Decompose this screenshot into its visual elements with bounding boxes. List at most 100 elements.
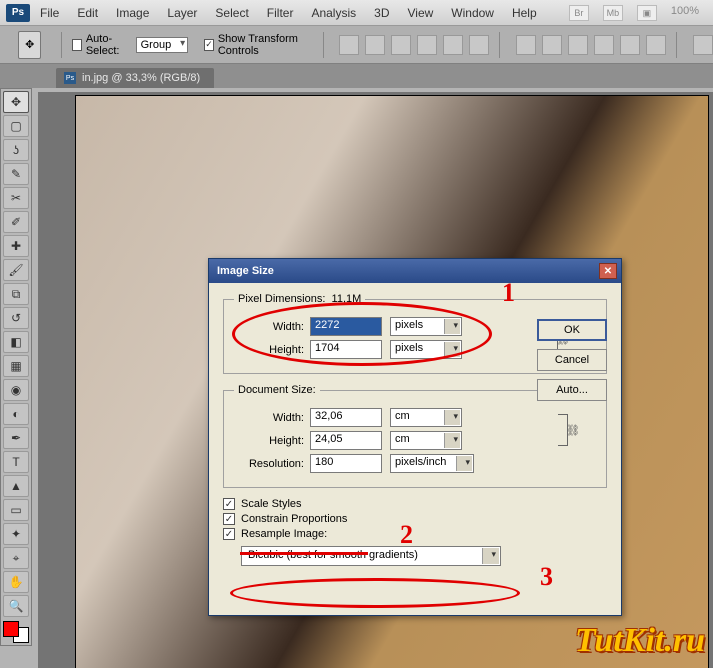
- options-bar: ✥ Auto-Select: Group ✓ Show Transform Co…: [0, 26, 713, 64]
- doc-type-icon: Ps: [64, 72, 76, 84]
- dist-4-icon[interactable]: [594, 35, 614, 55]
- zoom-level-display: 100%: [671, 5, 699, 21]
- type-tool[interactable]: T: [3, 451, 29, 473]
- launch-bridge-icon[interactable]: Br: [569, 5, 589, 21]
- close-icon[interactable]: ✕: [599, 263, 617, 279]
- constrain-proportions-label: Constrain Proportions: [241, 513, 347, 525]
- constrain-proportions-checkbox[interactable]: ✓: [223, 513, 235, 525]
- move-tool-preset-icon[interactable]: ✥: [18, 31, 41, 59]
- menu-help[interactable]: Help: [512, 6, 537, 20]
- scale-styles-label: Scale Styles: [241, 498, 302, 510]
- quick-select-tool[interactable]: ✎: [3, 163, 29, 185]
- move-tool[interactable]: ✥: [3, 91, 29, 113]
- 3d-tool[interactable]: ✦: [3, 523, 29, 545]
- hand-tool[interactable]: ✋: [3, 571, 29, 593]
- document-size-label: Document Size:: [234, 384, 320, 396]
- pixel-height-unit-dropdown[interactable]: pixels: [390, 340, 462, 359]
- marquee-tool[interactable]: ▢: [3, 115, 29, 137]
- align-distribute-buttons: [339, 35, 489, 55]
- ok-button[interactable]: OK: [537, 319, 607, 341]
- align-vcenter-icon[interactable]: [365, 35, 385, 55]
- dist-6-icon[interactable]: [646, 35, 666, 55]
- lasso-tool[interactable]: ʖ: [3, 139, 29, 161]
- doc-width-input[interactable]: 32,06: [310, 408, 382, 427]
- mini-bridge-icon[interactable]: Mb: [603, 5, 623, 21]
- auto-align-icon[interactable]: [693, 35, 713, 55]
- toolbox: ✥ ▢ ʖ ✎ ✂ ✐ ✚ 🖌 ⧉ ↺ ◧ ▦ ◉ ◐ ✒ T ▲ ▭ ✦ ⌖ …: [0, 88, 32, 646]
- image-size-dialog: Image Size ✕ Pixel Dimensions: 11,1M Wid…: [208, 258, 622, 616]
- dist-2-icon[interactable]: [542, 35, 562, 55]
- menu-view[interactable]: View: [407, 6, 433, 20]
- align-right-icon[interactable]: [469, 35, 489, 55]
- dialog-titlebar[interactable]: Image Size ✕: [209, 259, 621, 283]
- menu-filter[interactable]: Filter: [267, 6, 294, 20]
- path-select-tool[interactable]: ▲: [3, 475, 29, 497]
- align-bottom-icon[interactable]: [391, 35, 411, 55]
- pixel-width-unit-dropdown[interactable]: pixels: [390, 317, 462, 336]
- doc-resolution-unit-dropdown[interactable]: pixels/inch: [390, 454, 474, 473]
- brush-tool[interactable]: 🖌: [3, 259, 29, 281]
- resample-image-checkbox[interactable]: ✓: [223, 528, 235, 540]
- pixel-width-label: Width:: [234, 321, 304, 333]
- align-left-icon[interactable]: [417, 35, 437, 55]
- doc-height-label: Height:: [234, 435, 304, 447]
- scale-styles-checkbox[interactable]: ✓: [223, 498, 235, 510]
- healing-tool[interactable]: ✚: [3, 235, 29, 257]
- document-tab[interactable]: Ps in.jpg @ 33,3% (RGB/8): [56, 68, 214, 88]
- menu-file[interactable]: File: [40, 6, 59, 20]
- menu-edit[interactable]: Edit: [77, 6, 98, 20]
- align-top-icon[interactable]: [339, 35, 359, 55]
- distribute-buttons: [516, 35, 666, 55]
- doc-width-label: Width:: [234, 412, 304, 424]
- document-tab-strip: Ps in.jpg @ 33,3% (RGB/8): [0, 64, 713, 88]
- zoom-tool[interactable]: 🔍: [3, 595, 29, 617]
- align-hcenter-icon[interactable]: [443, 35, 463, 55]
- dist-3-icon[interactable]: [568, 35, 588, 55]
- stamp-tool[interactable]: ⧉: [3, 283, 29, 305]
- eraser-tool[interactable]: ◧: [3, 331, 29, 353]
- pixel-width-input[interactable]: 2272: [310, 317, 382, 336]
- gradient-tool[interactable]: ▦: [3, 355, 29, 377]
- pixel-height-label: Height:: [234, 344, 304, 356]
- autoselect-checkbox[interactable]: [72, 39, 82, 51]
- doc-link-icon[interactable]: ⛓: [566, 424, 580, 437]
- pixel-dimensions-label: Pixel Dimensions:: [238, 293, 325, 305]
- shape-tool[interactable]: ▭: [3, 499, 29, 521]
- menu-3d[interactable]: 3D: [374, 6, 389, 20]
- document-tab-label: in.jpg @ 33,3% (RGB/8): [82, 72, 200, 84]
- color-swatch[interactable]: [3, 621, 29, 643]
- doc-resolution-input[interactable]: 180: [310, 454, 382, 473]
- doc-width-unit-dropdown[interactable]: cm: [390, 408, 462, 427]
- history-brush-tool[interactable]: ↺: [3, 307, 29, 329]
- show-transform-checkbox[interactable]: ✓: [204, 39, 214, 51]
- screen-mode-icon[interactable]: ▣: [637, 5, 657, 21]
- dist-5-icon[interactable]: [620, 35, 640, 55]
- cancel-button[interactable]: Cancel: [537, 349, 607, 371]
- doc-height-input[interactable]: 24,05: [310, 431, 382, 450]
- crop-tool[interactable]: ✂: [3, 187, 29, 209]
- autoselect-label: Auto-Select:: [86, 33, 132, 57]
- pixel-dimensions-size: 11,1M: [332, 293, 362, 305]
- pixel-height-input[interactable]: 1704: [310, 340, 382, 359]
- foreground-color[interactable]: [3, 621, 19, 637]
- blur-tool[interactable]: ◉: [3, 379, 29, 401]
- resample-method-dropdown[interactable]: Bicubic (best for smooth gradients): [241, 546, 501, 566]
- menu-select[interactable]: Select: [215, 6, 248, 20]
- menu-analysis[interactable]: Analysis: [311, 6, 356, 20]
- pen-tool[interactable]: ✒: [3, 427, 29, 449]
- menu-bar: Ps File Edit Image Layer Select Filter A…: [0, 0, 713, 26]
- menu-layer[interactable]: Layer: [167, 6, 197, 20]
- 3d-camera-tool[interactable]: ⌖: [3, 547, 29, 569]
- eyedropper-tool[interactable]: ✐: [3, 211, 29, 233]
- dist-1-icon[interactable]: [516, 35, 536, 55]
- autoselect-dropdown[interactable]: Group: [136, 37, 189, 53]
- doc-resolution-label: Resolution:: [234, 458, 304, 470]
- doc-height-unit-dropdown[interactable]: cm: [390, 431, 462, 450]
- show-transform-label: Show Transform Controls: [218, 33, 313, 57]
- menu-window[interactable]: Window: [451, 6, 494, 20]
- resample-image-label: Resample Image:: [241, 528, 327, 540]
- dodge-tool[interactable]: ◐: [3, 403, 29, 425]
- auto-button[interactable]: Auto...: [537, 379, 607, 401]
- menu-image[interactable]: Image: [116, 6, 149, 20]
- app-logo: Ps: [6, 4, 30, 22]
